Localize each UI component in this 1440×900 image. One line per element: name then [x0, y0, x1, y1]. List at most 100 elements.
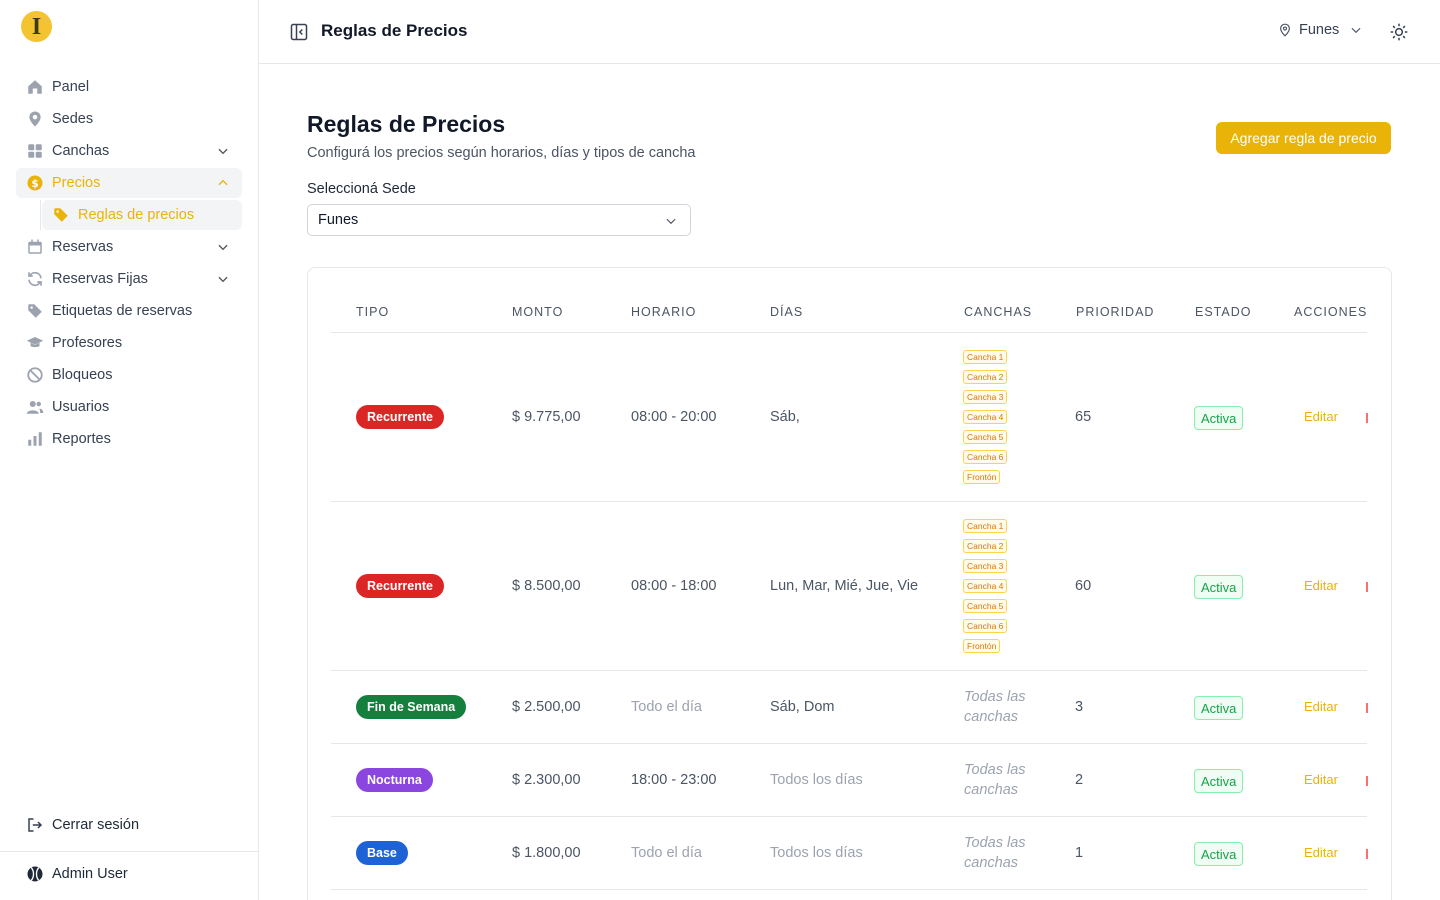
edit-button[interactable]: Editar	[1304, 699, 1338, 714]
amount: $ 8.500,00	[512, 578, 581, 594]
precios-submenu: Reglas de precios	[16, 200, 242, 230]
days: Todos los días	[770, 845, 863, 861]
column-header-monto: MONTO	[512, 305, 564, 319]
edit-button[interactable]: Editar	[1304, 772, 1338, 787]
sidebar-item-label: Profesores	[52, 335, 123, 351]
price-rules-card: TIPO MONTO HORARIO DÍAS CANCHAS PRIORIDA…	[307, 267, 1392, 900]
type-badge: Nocturna	[356, 768, 433, 792]
courts-text: Todas las canchas	[964, 762, 1026, 798]
schedule: 08:00 - 20:00	[631, 409, 717, 425]
amount: $ 1.800,00	[512, 845, 581, 861]
app-logo[interactable]: I	[21, 11, 52, 42]
sidebar-item-label: Etiquetas de reservas	[52, 303, 193, 319]
sidebar-item-label: Usuarios	[52, 399, 110, 415]
schedule: Todo el día	[631, 845, 702, 861]
sidebar-item-label: Reportes	[52, 431, 111, 447]
priority: 65	[1075, 409, 1092, 425]
logout-icon	[28, 818, 43, 832]
table-row: Fin de Semana $ 2.500,00 Todo el día Sáb…	[331, 671, 1368, 744]
court-chips: Cancha 1 Cancha 2 Cancha 3 Cancha 4 Canc…	[963, 350, 1008, 490]
sidebar-item-bloqueos[interactable]: Bloqueos	[16, 360, 242, 390]
days: Todos los días	[770, 772, 863, 788]
court-chip: Cancha 5	[963, 599, 1008, 613]
type-badge: Recurrente	[356, 405, 444, 429]
refresh-icon	[26, 270, 44, 288]
sidebar-item-reservas[interactable]: Reservas	[16, 232, 242, 262]
court-chip: Cancha 3	[963, 390, 1008, 404]
table-row: Base $ 1.800,00 Todo el día Todos los dí…	[331, 817, 1368, 890]
delete-button[interactable]	[1366, 849, 1368, 859]
add-price-rule-button[interactable]: Agregar regla de precio	[1216, 122, 1391, 154]
edit-button[interactable]: Editar	[1304, 409, 1338, 424]
sidebar-item-reservas-fijas[interactable]: Reservas Fijas	[16, 264, 242, 294]
type-badge: Base	[356, 841, 408, 865]
schedule: Todo el día	[631, 699, 702, 715]
court-chip: Cancha 3	[963, 559, 1008, 573]
delete-button[interactable]	[1366, 582, 1368, 592]
sidebar-item-sedes[interactable]: Sedes	[16, 104, 242, 134]
sidebar-item-label: Reglas de precios	[78, 207, 195, 223]
page-title: Reglas de Precios	[307, 111, 506, 137]
sidebar-item-precios[interactable]: $ Precios	[16, 168, 242, 198]
court-chip: Cancha 5	[963, 430, 1008, 444]
column-header-dias: DÍAS	[770, 305, 804, 319]
sun-icon[interactable]	[1389, 22, 1409, 42]
column-header-horario: HORARIO	[631, 305, 697, 319]
sidebar-item-panel[interactable]: Panel	[16, 72, 242, 102]
sidebar-nav: Panel Sedes Canchas $ Precios Reglas de …	[16, 72, 242, 456]
location-pin-icon	[26, 110, 44, 128]
table-row: Recurrente $ 9.775,00 08:00 - 20:00 Sáb,…	[331, 333, 1368, 502]
amount: $ 9.775,00	[512, 409, 581, 425]
courts-text: Todas las canchas	[964, 835, 1026, 871]
delete-button[interactable]	[1366, 703, 1368, 713]
sidebar-toggle-icon[interactable]	[289, 22, 309, 42]
sidebar-item-etiquetas[interactable]: Etiquetas de reservas	[16, 296, 242, 326]
chevron-down-icon	[666, 218, 676, 225]
status-badge: Activa	[1194, 406, 1244, 430]
sidebar-item-reportes[interactable]: Reportes	[16, 424, 242, 454]
sidebar-item-label: Panel	[52, 79, 90, 95]
court-chip: Frontón	[963, 639, 1001, 653]
column-header-tipo: TIPO	[356, 305, 390, 319]
calendar-icon	[26, 238, 44, 256]
graduation-cap-icon	[26, 334, 44, 352]
logout-button[interactable]: Cerrar sesión	[26, 816, 139, 834]
sidebar-item-label: Precios	[52, 175, 101, 191]
court-chip: Cancha 6	[963, 619, 1008, 633]
court-chip: Cancha 1	[963, 350, 1008, 364]
venue-selector[interactable]: Funes	[1278, 22, 1363, 38]
sidebar-item-profesores[interactable]: Profesores	[16, 328, 242, 358]
sidebar-item-usuarios[interactable]: Usuarios	[16, 392, 242, 422]
sidebar-divider	[0, 851, 258, 852]
court-chip: Cancha 1	[963, 519, 1008, 533]
type-badge: Recurrente	[356, 574, 444, 598]
logout-label: Cerrar sesión	[52, 817, 140, 833]
page-subtitle: Configurá los precios según horarios, dí…	[307, 145, 696, 161]
delete-button[interactable]	[1366, 776, 1368, 786]
user-profile[interactable]: Admin User	[26, 865, 128, 883]
sidebar-item-reglas-de-precios[interactable]: Reglas de precios	[42, 200, 242, 230]
priority: 60	[1075, 578, 1092, 594]
schedule: 08:00 - 18:00	[631, 578, 717, 594]
edit-button[interactable]: Editar	[1304, 845, 1338, 860]
status-badge: Activa	[1194, 575, 1244, 599]
table-row: Recurrente $ 8.500,00 08:00 - 18:00 Lun,…	[331, 502, 1368, 671]
priority: 2	[1075, 772, 1084, 788]
sidebar-item-label: Bloqueos	[52, 367, 113, 383]
dollar-icon: $	[26, 174, 44, 192]
sidebar: I Panel Sedes Canchas $ Precios Reglas d…	[0, 0, 259, 900]
schedule: 18:00 - 23:00	[631, 772, 717, 788]
status-badge: Activa	[1194, 696, 1244, 720]
sede-select[interactable]: Funes	[307, 204, 691, 236]
header-title: Reglas de Precios	[321, 21, 468, 40]
court-chip: Frontón	[963, 470, 1001, 484]
venue-name: Funes	[1299, 22, 1340, 38]
sidebar-item-label: Sedes	[52, 111, 94, 127]
sidebar-item-canchas[interactable]: Canchas	[16, 136, 242, 166]
amount: $ 2.300,00	[512, 772, 581, 788]
home-icon	[26, 78, 44, 96]
sidebar-item-label: Reservas Fijas	[52, 271, 148, 287]
delete-button[interactable]	[1366, 413, 1368, 423]
table-header: TIPO MONTO HORARIO DÍAS CANCHAS PRIORIDA…	[331, 292, 1367, 333]
edit-button[interactable]: Editar	[1304, 578, 1338, 593]
